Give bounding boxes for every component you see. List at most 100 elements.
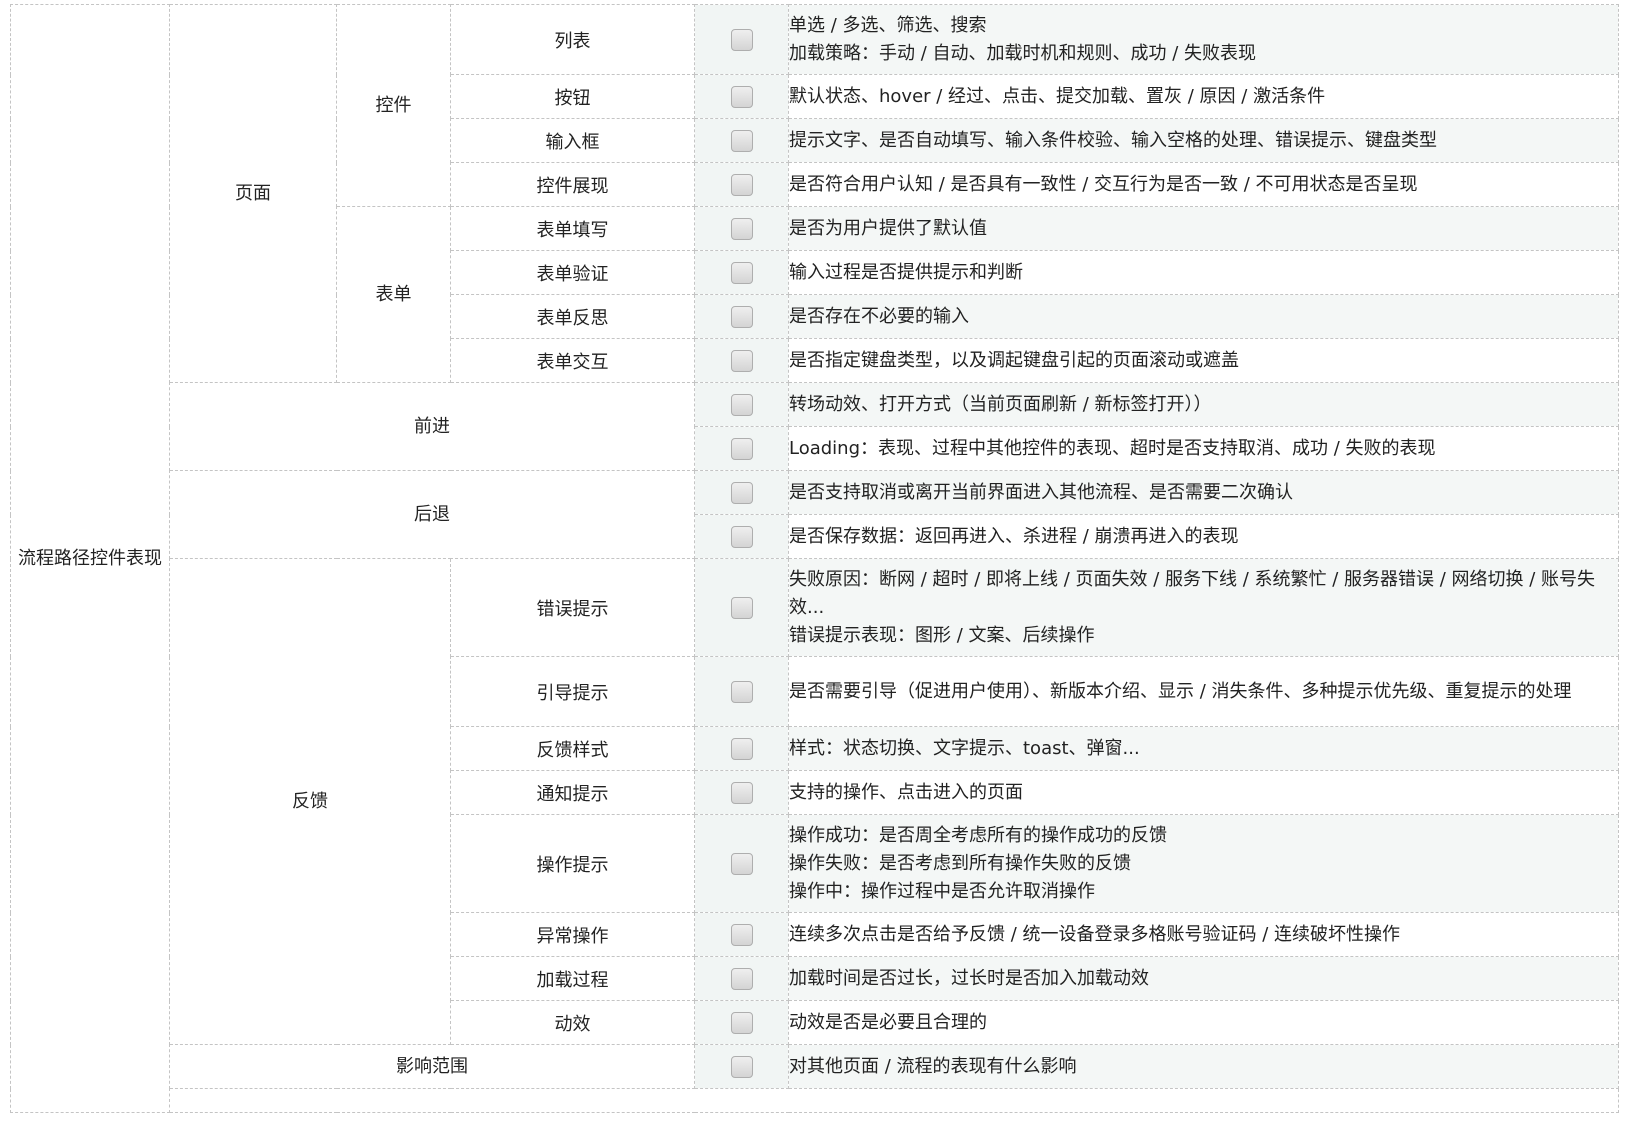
table-row: 反馈 错误提示 失败原因：断网 / 超时 / 即将上线 / 页面失效 / 服务下… [11, 558, 1619, 1045]
checkbox[interactable] [730, 393, 753, 416]
description-line: 失败原因：断网 / 超时 / 即将上线 / 页面失效 / 服务下线 / 系统繁忙… [789, 568, 1596, 618]
group-forward-cell: 前进 [169, 382, 695, 471]
item-cell: 加载过程 [450, 956, 695, 1001]
item-label: 动效 [554, 1013, 591, 1035]
checkbox[interactable] [730, 28, 753, 51]
checkbox-cell [694, 956, 789, 1001]
group-form-cell: 表单 [336, 206, 451, 383]
description-line: 是否指定键盘类型，以及调起键盘引起的页面滚动或遮盖 [789, 349, 1240, 371]
checkbox-cell [694, 726, 789, 771]
description-cell: 对其他页面 / 流程的表现有什么影响 [788, 1044, 1619, 1089]
empty-cell [169, 1088, 1619, 1113]
checkbox[interactable] [730, 481, 753, 504]
table-row-empty [11, 1088, 1619, 1113]
description-cell: 是否指定键盘类型，以及调起键盘引起的页面滚动或遮盖 [788, 338, 1619, 383]
checkbox[interactable] [730, 349, 753, 372]
item-cell: 按钮 [450, 74, 695, 119]
root-category-cell: 流程路径控件表现 [10, 4, 170, 1113]
group-feedback-label: 反馈 [292, 790, 328, 812]
item-label: 按钮 [554, 87, 591, 109]
checkbox-cell [694, 118, 789, 163]
description-line: 操作失败：是否考虑到所有操作失败的反馈 [789, 852, 1132, 874]
description-line: 加载策略：手动 / 自动、加载时机和规则、成功 / 失败表现 [789, 42, 1257, 64]
checkbox[interactable] [730, 680, 753, 703]
checkbox-cell [694, 912, 789, 957]
item-label: 异常操作 [536, 925, 609, 947]
group-page-label: 页面 [235, 182, 271, 204]
item-cell: 动效 [450, 1000, 695, 1045]
root-category-label: 流程路径控件表现 [18, 547, 162, 569]
group-impact-label: 影响范围 [396, 1055, 468, 1077]
checkbox[interactable] [730, 217, 753, 240]
description-line: 是否需要引导（促进用户使用）、新版本介绍、显示 / 消失条件、多种提示优先级、重… [789, 680, 1572, 702]
checkbox[interactable] [730, 305, 753, 328]
group-back-label: 后退 [414, 503, 450, 525]
item-label: 输入框 [545, 131, 600, 153]
item-label: 表单交互 [536, 351, 609, 373]
description-line: 支持的操作、点击进入的页面 [789, 781, 1024, 803]
description-line: 样式：状态切换、文字提示、toast、弹窗... [789, 737, 1140, 759]
description-cell: 输入过程是否提供提示和判断 [788, 250, 1619, 295]
checkbox[interactable] [730, 737, 753, 760]
description-cell: 支持的操作、点击进入的页面 [788, 770, 1619, 815]
item-cell: 控件展现 [450, 162, 695, 207]
checkbox[interactable] [730, 173, 753, 196]
description-line: 转场动效、打开方式（当前页面刷新 / 新标签打开）） [789, 393, 1212, 415]
description-cell: 是否支持取消或离开当前界面进入其他流程、是否需要二次确认 [788, 470, 1619, 515]
checkbox[interactable] [730, 261, 753, 284]
description-cell: 默认状态、hover / 经过、点击、提交加载、置灰 / 原因 / 激活条件 [788, 74, 1619, 119]
item-cell: 表单反思 [450, 294, 695, 339]
checkbox-cell [694, 206, 789, 251]
item-label: 反馈样式 [536, 739, 609, 761]
description-cell: 是否存在不必要的输入 [788, 294, 1619, 339]
checkbox[interactable] [730, 596, 753, 619]
description-cell: 动效是否是必要且合理的 [788, 1000, 1619, 1045]
description-line: 加载时间是否过长，过长时是否加入加载动效 [789, 967, 1150, 989]
group-back-cell: 后退 [169, 470, 695, 559]
group-impact-cell: 影响范围 [169, 1044, 695, 1089]
description-line: Loading：表现、过程中其他控件的表现、超时是否支持取消、成功 / 失败的表… [789, 437, 1436, 459]
group-controls-cell: 控件 [336, 4, 451, 207]
checkbox-cell [694, 338, 789, 383]
description-cell: 是否为用户提供了默认值 [788, 206, 1619, 251]
description-line: 是否支持取消或离开当前界面进入其他流程、是否需要二次确认 [789, 481, 1294, 503]
table-row: 影响范围 对其他页面 / 流程的表现有什么影响 [11, 1044, 1619, 1089]
checkbox[interactable] [730, 967, 753, 990]
description-cell: 是否符合用户认知 / 是否具有一致性 / 交互行为是否一致 / 不可用状态是否呈… [788, 162, 1619, 207]
description-cell: 加载时间是否过长，过长时是否加入加载动效 [788, 956, 1619, 1001]
item-cell: 列表 [450, 4, 695, 75]
description-line: 提示文字、是否自动填写、输入条件校验、输入空格的处理、错误提示、键盘类型 [789, 129, 1438, 151]
item-label: 控件展现 [536, 175, 609, 197]
description-line: 操作中：操作过程中是否允许取消操作 [789, 880, 1096, 902]
checkbox[interactable] [730, 1011, 753, 1034]
description-line: 是否保存数据：返回再进入、杀进程 / 崩溃再进入的表现 [789, 525, 1239, 547]
checkbox-cell [694, 470, 789, 515]
group-controls-label: 控件 [375, 94, 412, 116]
item-label: 错误提示 [536, 598, 609, 620]
checkbox-cell [694, 770, 789, 815]
item-cell: 反馈样式 [450, 726, 695, 771]
checkbox[interactable] [730, 437, 753, 460]
description-line: 对其他页面 / 流程的表现有什么影响 [789, 1055, 1077, 1077]
table-row: 前进 转场动效、打开方式（当前页面刷新 / 新标签打开）） [11, 382, 1619, 471]
description-cell: 样式：状态切换、文字提示、toast、弹窗... [788, 726, 1619, 771]
description-cell: 转场动效、打开方式（当前页面刷新 / 新标签打开）） [788, 382, 1619, 427]
checkbox[interactable] [730, 129, 753, 152]
checkbox-cell [694, 426, 789, 471]
checkbox[interactable] [730, 923, 753, 946]
checkbox-cell [694, 4, 789, 75]
item-label: 引导提示 [536, 682, 609, 704]
group-forward-label: 前进 [414, 415, 450, 437]
item-label: 表单验证 [536, 263, 609, 285]
item-cell: 通知提示 [450, 770, 695, 815]
checkbox[interactable] [730, 1055, 753, 1078]
item-label: 操作提示 [536, 854, 609, 876]
description-line: 是否符合用户认知 / 是否具有一致性 / 交互行为是否一致 / 不可用状态是否呈… [789, 173, 1418, 195]
description-line: 输入过程是否提供提示和判断 [789, 261, 1024, 283]
checkbox[interactable] [730, 781, 753, 804]
checkbox[interactable] [730, 525, 753, 548]
checkbox[interactable] [730, 852, 753, 875]
item-cell: 异常操作 [450, 912, 695, 957]
item-cell: 输入框 [450, 118, 695, 163]
checkbox[interactable] [730, 85, 753, 108]
